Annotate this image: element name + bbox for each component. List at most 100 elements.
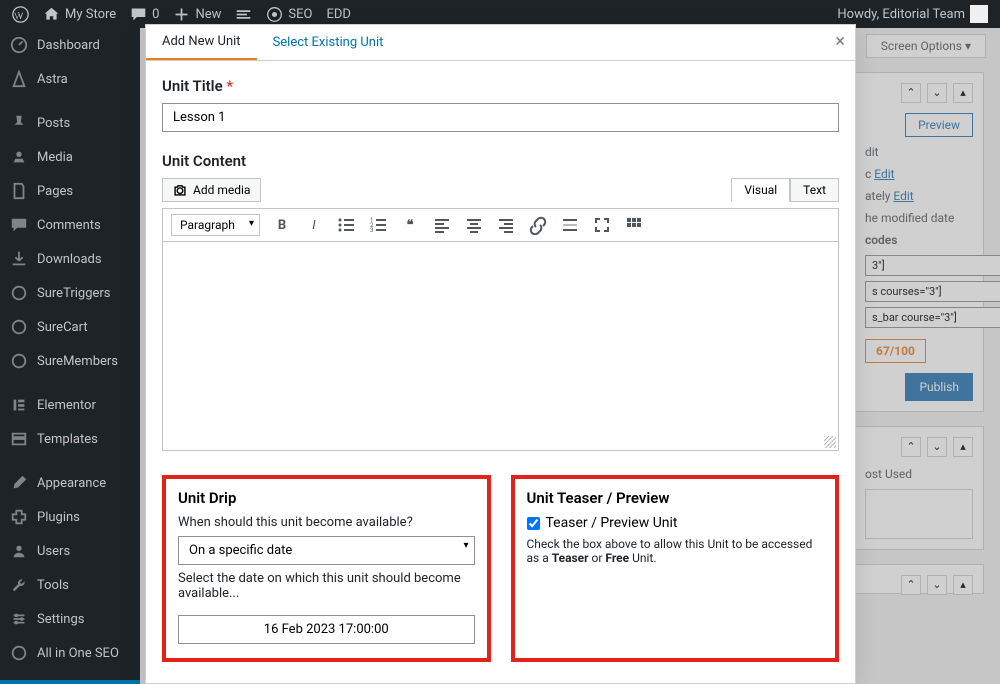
seo-link[interactable]: SEO [266,6,312,23]
metabox-down-button[interactable]: ⌄ [927,437,947,457]
sidebar-item-wpcourseware[interactable]: WP Courseware [0,680,140,684]
wrench-icon [10,576,28,594]
sidebar-item-aioseo[interactable]: All in One SEO [0,636,140,670]
sidebar-item-suremembers[interactable]: SureMembers [0,344,140,378]
edd-link[interactable]: EDD [326,7,350,22]
link-button[interactable] [528,215,548,235]
sidebar-item-media[interactable]: Media [0,140,140,174]
publish-metabox: ⌃ ⌄ ▴ Preview dit c Edit ately Edit he m… [854,72,984,412]
sidebar-item-pages[interactable]: Pages [0,174,140,208]
editor-toolbar: Paragraph B I 123 ❝ [162,208,839,241]
sidebar-item-downloads[interactable]: Downloads [0,242,140,276]
metabox-toggle-button[interactable]: ▴ [953,575,973,595]
sidebar-item-label: SureTriggers [37,286,111,301]
insert-more-button[interactable] [560,215,580,235]
resize-handle[interactable] [824,436,836,448]
cart-icon [10,318,28,336]
sidebar-item-users[interactable]: Users [0,534,140,568]
quote-button[interactable]: ❝ [400,215,420,235]
editor-tab-text[interactable]: Text [790,178,839,202]
content-editor[interactable] [162,241,839,451]
sidebar-item-astra[interactable]: Astra [0,62,140,96]
metabox-up-button[interactable]: ⌃ [901,437,921,457]
align-left-button[interactable] [432,215,452,235]
toolbar-extra[interactable] [235,6,252,23]
metabox-toggle-button[interactable]: ▴ [953,83,973,103]
metabox-down-button[interactable]: ⌄ [927,575,947,595]
format-select[interactable]: Paragraph [171,214,260,236]
sidebar-item-label: Appearance [37,476,106,491]
teaser-checkbox-label[interactable]: Teaser / Preview Unit [527,515,824,531]
admin-sidebar: Dashboard Astra Posts Media Pages Commen… [0,28,140,684]
pin-icon [10,114,28,132]
site-name: My Store [65,7,116,22]
download-icon [10,250,28,268]
bold-button[interactable]: B [272,215,292,235]
most-used-tab[interactable]: ost Used [865,467,973,481]
sidebar-item-label: Templates [37,432,98,447]
shortcode-input-1[interactable] [865,255,1000,276]
shortcode-input-3[interactable] [865,307,1000,328]
sidebar-item-label: Posts [37,116,70,131]
page-icon [10,182,28,200]
toolbar-toggle-button[interactable] [624,215,644,235]
align-right-button[interactable] [496,215,516,235]
comments-link[interactable]: 0 [130,6,159,23]
comment-icon [10,216,28,234]
account-link[interactable]: Howdy, Editorial Team [837,5,988,23]
sidebar-item-posts[interactable]: Posts [0,106,140,140]
sidebar-item-label: Tools [37,578,69,593]
italic-button[interactable]: I [304,215,324,235]
sidebar-item-label: All in One SEO [37,646,119,661]
shortcode-input-2[interactable] [865,281,1000,302]
seo-label: SEO [288,7,312,22]
metabox-up-button[interactable]: ⌃ [901,83,921,103]
edit-status-link[interactable]: Edit [874,167,894,181]
edit-publish-link[interactable]: Edit [893,189,913,203]
lines-icon [235,6,252,23]
bullet-list-button[interactable] [336,215,356,235]
brush-icon [10,474,28,492]
tab-add-new-unit[interactable]: Add New Unit [146,25,257,60]
preview-button[interactable]: Preview [905,113,973,137]
metabox-down-button[interactable]: ⌄ [927,83,947,103]
sidebar-item-label: SureCart [37,320,88,335]
camera-icon [173,183,187,197]
sidebar-item-label: Users [37,544,70,559]
edd-label: EDD [326,7,350,22]
sidebar-item-elementor[interactable]: Elementor [0,388,140,422]
sidebar-item-settings[interactable]: Settings [0,602,140,636]
sidebar-item-appearance[interactable]: Appearance [0,466,140,500]
sidebar-item-templates[interactable]: Templates [0,422,140,456]
align-center-button[interactable] [464,215,484,235]
comments-count: 0 [152,7,159,22]
number-list-button[interactable]: 123 [368,215,388,235]
comment-icon [130,6,147,23]
drip-availability-select[interactable]: On a specific date [178,536,475,565]
new-content-link[interactable]: New [173,6,221,23]
teaser-help-text: Check the box above to allow this Unit t… [527,537,824,565]
settings-icon [10,610,28,628]
editor-tab-visual[interactable]: Visual [731,178,790,202]
plugin-icon [10,508,28,526]
drip-date-input[interactable] [178,615,475,644]
close-button[interactable]: × [835,31,845,52]
teaser-checkbox[interactable] [527,517,540,530]
metabox-up-button[interactable]: ⌃ [901,575,921,595]
users-icon [10,542,28,560]
sidebar-item-surecart[interactable]: SureCart [0,310,140,344]
wp-logo[interactable] [12,6,29,23]
sidebar-item-dashboard[interactable]: Dashboard [0,28,140,62]
add-media-button[interactable]: Add media [162,178,261,202]
fullscreen-button[interactable] [592,215,612,235]
sidebar-item-comments[interactable]: Comments [0,208,140,242]
metabox-toggle-button[interactable]: ▴ [953,437,973,457]
site-name-link[interactable]: My Store [43,6,116,23]
sidebar-item-tools[interactable]: Tools [0,568,140,602]
sidebar-item-suretriggers[interactable]: SureTriggers [0,276,140,310]
tab-select-existing-unit[interactable]: Select Existing Unit [257,26,400,59]
unit-title-input[interactable] [162,103,839,132]
publish-button[interactable]: Publish [905,373,973,401]
avatar [970,5,988,23]
sidebar-item-plugins[interactable]: Plugins [0,500,140,534]
